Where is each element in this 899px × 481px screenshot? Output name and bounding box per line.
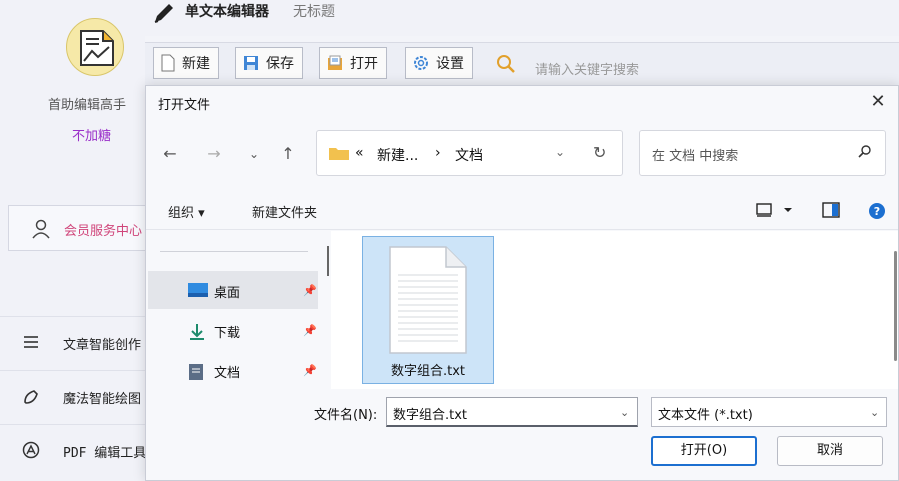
document-title: 无标题	[293, 4, 335, 20]
dialog-title: 打开文件	[158, 98, 211, 113]
sidebar-item-drawing[interactable]: 魔法智能绘图	[0, 370, 145, 422]
save-button-label: 保存	[266, 56, 294, 72]
svg-text:?: ?	[874, 205, 880, 218]
chevron-down-icon[interactable]: ⌄	[870, 406, 879, 419]
sidebar-item-pdf[interactable]: PDF 编辑工具	[0, 424, 145, 476]
member-service-label: 会员服务中心	[64, 224, 143, 239]
search-icon	[857, 144, 873, 164]
up-arrow-icon[interactable]: ↑	[278, 144, 298, 164]
address-bar[interactable]: « 新建... › 文档 ⌄ ↻	[316, 130, 623, 176]
pdf-icon	[22, 441, 42, 461]
view-options-icon[interactable]	[756, 202, 792, 222]
close-icon[interactable]: ✕	[866, 90, 890, 114]
app-title: 单文本编辑器	[185, 4, 269, 20]
open-file-dialog: 打开文件 ✕ ← → ⌄ ↑ « 新建... › 文档 ⌄ ↻ 在 文档 中搜索…	[145, 85, 899, 481]
new-button[interactable]: 新建	[153, 47, 219, 79]
nav-item-documents[interactable]: 文档 📌	[148, 351, 318, 389]
new-file-icon	[161, 54, 175, 72]
folder-icon	[329, 146, 349, 164]
open-icon	[328, 55, 342, 70]
user-icon	[31, 219, 51, 243]
navigation-pane: 桌面 📌 下载 📌 文档 📌	[146, 231, 326, 389]
magic-wand-icon	[22, 387, 42, 407]
settings-button-label: 设置	[436, 56, 464, 72]
list-icon	[22, 333, 42, 353]
search-icon[interactable]	[495, 53, 517, 79]
pane-splitter[interactable]	[327, 246, 329, 276]
breadcrumb-item-new[interactable]: 新建...	[377, 145, 418, 165]
sidebar-item-article[interactable]: 文章智能创作	[0, 316, 145, 368]
text-file-icon	[388, 245, 468, 359]
sidebar-item-label: PDF 编辑工具	[63, 446, 145, 461]
back-arrow-icon[interactable]: ←	[160, 144, 180, 164]
forward-arrow-icon[interactable]: →	[204, 144, 224, 164]
desktop-icon	[188, 283, 208, 301]
open-file-button[interactable]: 打开(O)	[651, 436, 757, 466]
organize-menu[interactable]: 组织 ▾	[168, 202, 205, 221]
nav-item-desktop[interactable]: 桌面 📌	[148, 271, 318, 309]
chevron-down-icon[interactable]: ⌄	[555, 145, 565, 159]
nav-item-label: 文档	[214, 366, 241, 381]
filetype-select[interactable]: 文本文件 (*.txt)	[651, 397, 887, 427]
new-button-label: 新建	[182, 56, 210, 72]
command-bar: 组织 ▾ 新建文件夹 ?	[146, 190, 898, 230]
nav-item-label: 下载	[214, 326, 241, 341]
refresh-icon[interactable]: ↻	[593, 143, 606, 162]
save-button[interactable]: 保存	[235, 47, 303, 79]
download-icon	[188, 323, 206, 345]
sidebar-item-label: 文章智能创作	[63, 338, 142, 353]
sidebar-item-label: 魔法智能绘图	[63, 392, 142, 407]
vertical-scrollbar[interactable]	[894, 251, 897, 361]
preview-pane-icon[interactable]	[822, 202, 840, 222]
pin-icon[interactable]: 📌	[303, 284, 317, 297]
open-button-label: 打开	[350, 56, 378, 72]
dialog-search-placeholder: 在 文档 中搜索	[652, 149, 739, 164]
dialog-search-input[interactable]: 在 文档 中搜索	[639, 130, 886, 176]
nav-divider	[160, 251, 308, 252]
document-icon	[188, 363, 204, 385]
title-bar: 单文本编辑器 无标题	[145, 0, 899, 36]
chevron-down-icon[interactable]: ⌄	[244, 144, 264, 164]
member-service-button[interactable]: 会员服务中心	[8, 205, 158, 251]
save-icon	[244, 56, 258, 70]
app-logo-icon	[66, 18, 124, 76]
help-icon[interactable]: ?	[868, 202, 886, 224]
pin-icon[interactable]: 📌	[303, 364, 317, 377]
cancel-button[interactable]: 取消	[777, 436, 883, 466]
breadcrumb-separator: ›	[435, 145, 441, 161]
file-name: 数字组合.txt	[390, 364, 466, 379]
pen-icon	[151, 2, 177, 28]
file-item[interactable]: 数字组合.txt	[362, 236, 494, 384]
app-name: 首助编辑高手	[48, 98, 127, 113]
open-button[interactable]: 打开	[319, 47, 387, 79]
app-slogan: 不加糖	[72, 129, 112, 144]
chevron-down-icon[interactable]: ⌄	[620, 406, 629, 419]
nav-item-downloads[interactable]: 下载 📌	[148, 311, 318, 349]
breadcrumb-overflow[interactable]: «	[355, 145, 364, 161]
file-list: 数字组合.txt	[331, 231, 898, 389]
new-folder-button[interactable]: 新建文件夹	[252, 202, 317, 221]
toolbar: 新建 保存 打开 设置 请输入关键字搜索	[145, 42, 899, 90]
pin-icon[interactable]: 📌	[303, 324, 317, 337]
nav-item-label: 桌面	[214, 286, 241, 301]
gear-icon	[414, 56, 428, 70]
settings-button[interactable]: 设置	[405, 47, 473, 79]
filename-label: 文件名(N):	[314, 408, 378, 423]
sidebar: 首助编辑高手 不加糖 会员服务中心 文章智能创作 魔法智能绘图 PDF 编辑工具	[0, 0, 158, 481]
toolbar-search-input[interactable]: 请输入关键字搜索	[535, 59, 639, 78]
filename-input[interactable]: 数字组合.txt	[386, 397, 638, 427]
breadcrumb-item-documents[interactable]: 文档	[455, 145, 483, 165]
